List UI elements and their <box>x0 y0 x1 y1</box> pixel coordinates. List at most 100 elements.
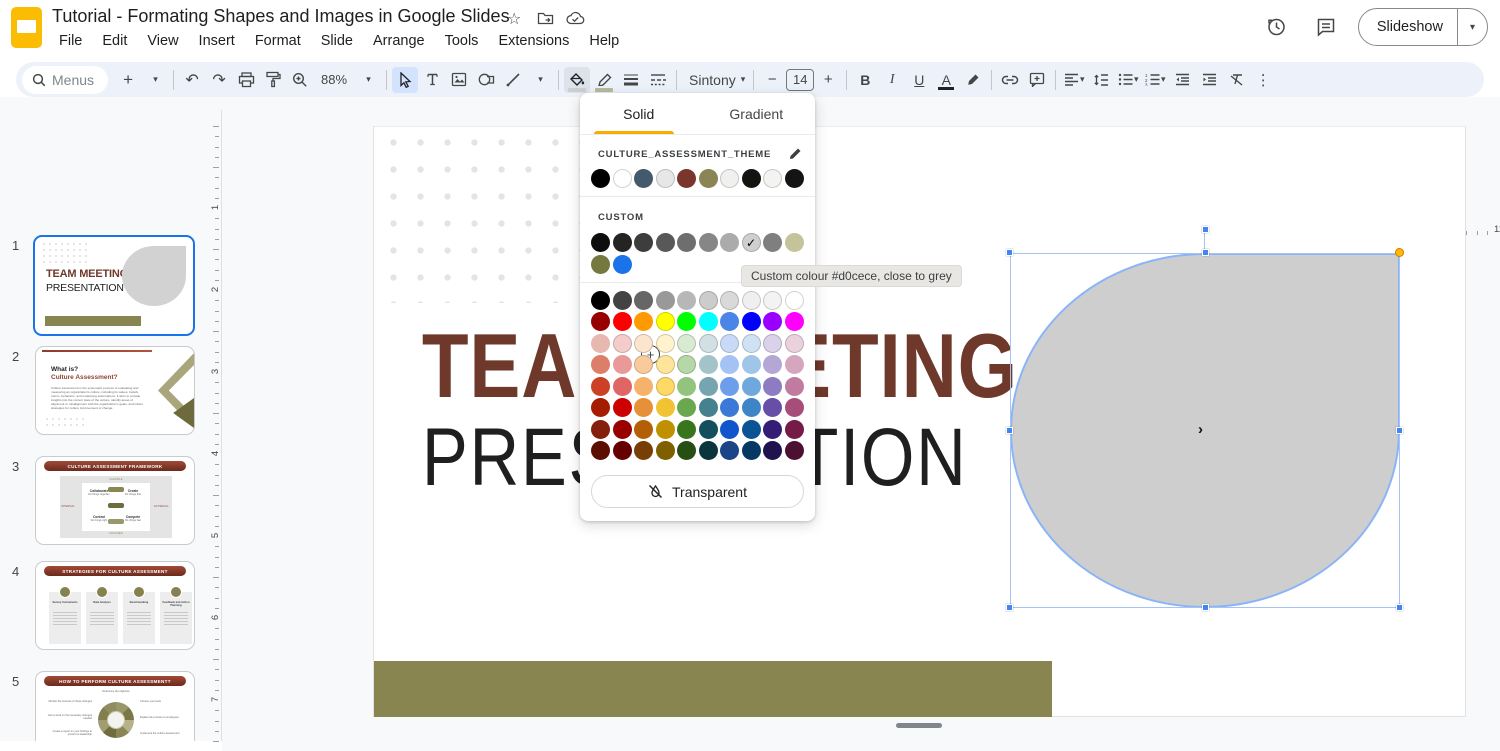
color-swatch[interactable] <box>785 312 804 331</box>
color-swatch[interactable] <box>613 291 632 310</box>
color-swatch[interactable] <box>785 355 804 374</box>
color-swatch[interactable] <box>677 233 696 252</box>
color-swatch[interactable] <box>763 355 782 374</box>
font-family-button[interactable]: Sintony ▾ <box>682 67 748 93</box>
color-swatch[interactable] <box>677 169 696 188</box>
redo-button[interactable]: ↷ <box>206 67 232 93</box>
color-swatch[interactable] <box>742 312 761 331</box>
color-swatch[interactable] <box>591 312 610 331</box>
color-swatch[interactable] <box>591 255 610 274</box>
resize-handle-s[interactable] <box>1202 604 1209 611</box>
rotate-handle[interactable] <box>1202 226 1209 233</box>
resize-handle-sw[interactable] <box>1006 604 1013 611</box>
color-swatch[interactable] <box>634 312 653 331</box>
increase-font-button[interactable]: + <box>815 67 841 93</box>
tab-gradient[interactable]: Gradient <box>698 93 816 134</box>
color-swatch[interactable] <box>742 420 761 439</box>
color-swatch[interactable] <box>763 334 782 353</box>
color-swatch[interactable] <box>591 377 610 396</box>
color-swatch[interactable] <box>699 355 718 374</box>
tab-solid[interactable]: Solid <box>580 93 698 134</box>
color-swatch[interactable] <box>720 398 739 417</box>
increase-indent-button[interactable] <box>1196 67 1222 93</box>
color-swatch[interactable] <box>720 334 739 353</box>
resize-handle-n[interactable] <box>1202 249 1209 256</box>
color-swatch[interactable] <box>656 169 675 188</box>
color-swatch[interactable] <box>742 398 761 417</box>
border-weight-button[interactable] <box>618 67 644 93</box>
color-swatch[interactable] <box>677 377 696 396</box>
color-swatch[interactable] <box>634 355 653 374</box>
color-swatch[interactable] <box>699 441 718 460</box>
color-swatch[interactable] <box>634 377 653 396</box>
color-swatch[interactable] <box>613 169 632 188</box>
color-swatch[interactable] <box>720 377 739 396</box>
insert-shape-button[interactable] <box>473 67 499 93</box>
color-swatch[interactable] <box>613 312 632 331</box>
color-swatch[interactable] <box>742 355 761 374</box>
menu-view[interactable]: View <box>138 31 187 51</box>
fill-color-button[interactable] <box>564 67 590 93</box>
color-swatch[interactable] <box>699 334 718 353</box>
italic-button[interactable]: I <box>879 67 905 93</box>
insert-link-button[interactable] <box>997 67 1023 93</box>
color-swatch[interactable] <box>677 398 696 417</box>
decrease-font-button[interactable]: − <box>759 67 785 93</box>
edit-theme-pencil-icon[interactable] <box>788 147 802 161</box>
slides-logo-icon[interactable] <box>11 7 42 48</box>
color-swatch[interactable] <box>656 233 675 252</box>
color-swatch[interactable] <box>742 169 761 188</box>
align-button[interactable]: ▾ <box>1061 67 1087 93</box>
color-swatch[interactable] <box>591 233 610 252</box>
color-swatch[interactable] <box>613 398 632 417</box>
move-folder-icon[interactable] <box>537 11 554 25</box>
menu-extensions[interactable]: Extensions <box>489 31 578 51</box>
color-swatch[interactable] <box>763 420 782 439</box>
zoom-caret[interactable]: ▾ <box>355 67 381 93</box>
highlight-button[interactable] <box>960 67 986 93</box>
color-swatch[interactable] <box>763 441 782 460</box>
resize-handle-e[interactable] <box>1396 427 1403 434</box>
color-swatch[interactable] <box>613 334 632 353</box>
color-swatch[interactable] <box>720 420 739 439</box>
color-swatch[interactable] <box>763 377 782 396</box>
color-swatch[interactable] <box>677 291 696 310</box>
color-swatch[interactable] <box>591 355 610 374</box>
color-swatch[interactable] <box>720 355 739 374</box>
color-swatch[interactable] <box>763 398 782 417</box>
new-slide-button[interactable]: + <box>115 67 141 93</box>
color-swatch[interactable] <box>634 334 653 353</box>
color-swatch[interactable] <box>656 377 675 396</box>
transparent-button[interactable]: Transparent <box>591 475 804 508</box>
color-swatch[interactable] <box>613 420 632 439</box>
color-swatch[interactable] <box>677 334 696 353</box>
color-swatch[interactable] <box>591 420 610 439</box>
menu-edit[interactable]: Edit <box>93 31 136 51</box>
horizontal-scrollbar[interactable] <box>896 723 942 728</box>
color-swatch[interactable] <box>785 377 804 396</box>
decrease-indent-button[interactable] <box>1169 67 1195 93</box>
color-swatch[interactable] <box>742 291 761 310</box>
color-swatch[interactable] <box>742 441 761 460</box>
color-swatch[interactable] <box>720 291 739 310</box>
slide-accent-bar[interactable] <box>374 661 1052 718</box>
resize-handle-se[interactable] <box>1396 604 1403 611</box>
menu-format[interactable]: Format <box>246 31 310 51</box>
slide-thumbnail-2[interactable]: What is? Culture Assessment? Culture Ass… <box>35 346 195 435</box>
color-swatch[interactable] <box>699 420 718 439</box>
zoom-button[interactable] <box>287 67 313 93</box>
undo-button[interactable]: ↶ <box>179 67 205 93</box>
document-title[interactable]: Tutorial - Formating Shapes and Images i… <box>52 6 510 27</box>
version-history-icon[interactable] <box>1258 9 1294 45</box>
more-options-button[interactable]: ⋮ <box>1250 67 1276 93</box>
insert-line-button[interactable] <box>500 67 526 93</box>
menu-insert[interactable]: Insert <box>190 31 244 51</box>
color-swatch[interactable] <box>634 291 653 310</box>
color-swatch[interactable] <box>613 233 632 252</box>
color-swatch[interactable] <box>785 420 804 439</box>
color-swatch[interactable] <box>720 169 739 188</box>
color-swatch[interactable] <box>699 169 718 188</box>
menu-help[interactable]: Help <box>580 31 628 51</box>
color-swatch[interactable] <box>699 291 718 310</box>
color-swatch[interactable] <box>591 291 610 310</box>
